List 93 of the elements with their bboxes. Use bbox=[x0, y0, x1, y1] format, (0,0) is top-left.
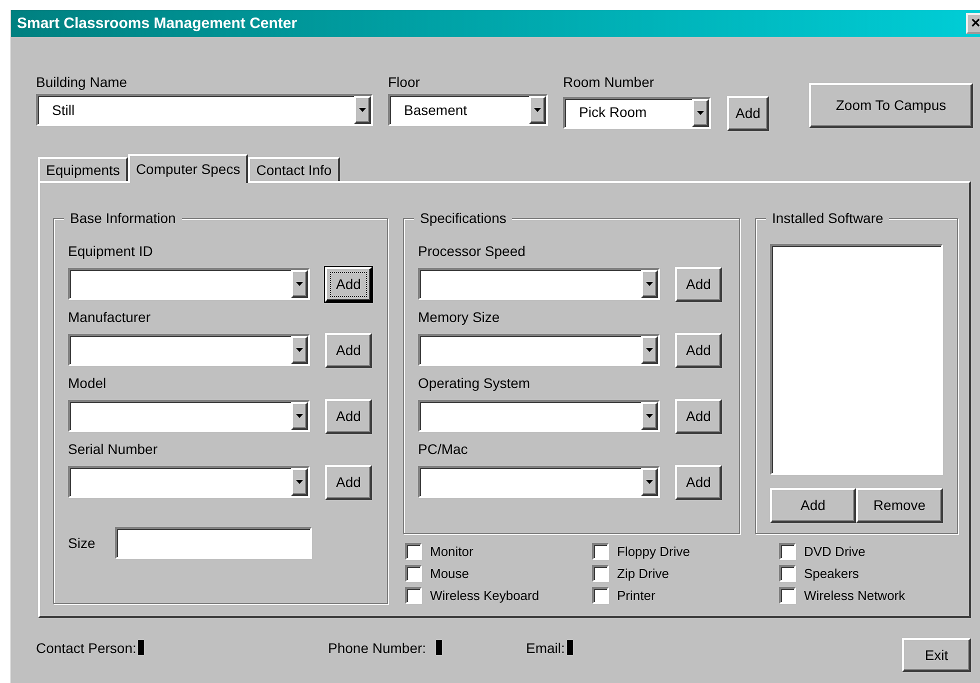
checkbox-label: DVD Drive bbox=[804, 544, 866, 560]
caret-icon bbox=[646, 414, 653, 418]
add-button[interactable]: Add bbox=[325, 464, 372, 500]
field-label: Model bbox=[68, 375, 108, 393]
dropdown-arrow-button[interactable] bbox=[641, 468, 658, 496]
dropdown[interactable] bbox=[418, 466, 660, 498]
field-label: Processor Speed bbox=[418, 243, 526, 261]
add-button[interactable]: Add bbox=[675, 398, 722, 434]
exit-button[interactable]: Exit bbox=[902, 638, 971, 672]
field-label: Equipment ID bbox=[68, 243, 154, 261]
field-label: Phone Number: bbox=[328, 640, 426, 656]
checkbox[interactable] bbox=[779, 587, 796, 604]
caret-icon bbox=[359, 108, 366, 112]
dropdown-value: Pick Room bbox=[579, 104, 647, 121]
dropdown-value: Still bbox=[52, 102, 75, 118]
dropdown[interactable] bbox=[418, 268, 660, 300]
remove-button[interactable]: Remove bbox=[856, 488, 943, 523]
dropdown[interactable]: Still bbox=[36, 94, 373, 126]
zoom-button[interactable]: Zoom To Campus bbox=[809, 83, 973, 128]
caret-icon bbox=[697, 110, 704, 114]
dropdown[interactable] bbox=[68, 400, 310, 432]
dropdown-arrow-button[interactable] bbox=[291, 336, 308, 364]
checkbox[interactable] bbox=[779, 565, 796, 582]
caret-icon bbox=[296, 348, 303, 352]
close-button[interactable]: × bbox=[966, 13, 980, 34]
field-label: Serial Number bbox=[68, 441, 158, 459]
add-button[interactable]: Add bbox=[675, 332, 722, 368]
caret-icon bbox=[646, 480, 653, 484]
add-button[interactable]: Add bbox=[770, 488, 856, 523]
checkbox-label: Wireless Keyboard bbox=[430, 588, 540, 604]
caret-icon bbox=[534, 108, 541, 112]
dropdown-arrow-button[interactable] bbox=[641, 270, 658, 298]
field-label: Memory Size bbox=[418, 309, 501, 327]
checkbox-label: Zip Drive bbox=[617, 566, 670, 582]
group-title: Specifications bbox=[414, 210, 512, 227]
add-button[interactable]: Add bbox=[675, 266, 722, 302]
dropdown[interactable]: Pick Room bbox=[563, 96, 711, 128]
caret-icon bbox=[296, 282, 303, 286]
checkbox-label: Printer bbox=[617, 588, 656, 604]
dropdown-arrow-button[interactable] bbox=[291, 468, 308, 496]
text-field[interactable] bbox=[115, 527, 312, 559]
checkbox-label: Monitor bbox=[430, 544, 474, 560]
tab[interactable]: Contact Info bbox=[248, 157, 340, 181]
field-label: Contact Person: bbox=[36, 640, 136, 656]
field-label: Size bbox=[68, 534, 96, 552]
dropdown-arrow-button[interactable] bbox=[692, 98, 709, 126]
add-button[interactable]: Add bbox=[325, 398, 372, 434]
checkbox[interactable] bbox=[405, 565, 422, 582]
caret-icon bbox=[646, 282, 653, 286]
dropdown-arrow-button[interactable] bbox=[354, 96, 371, 124]
dropdown-arrow-button[interactable] bbox=[641, 336, 658, 364]
field-label: Room Number bbox=[563, 74, 656, 92]
dropdown[interactable] bbox=[418, 400, 660, 432]
caret-icon bbox=[296, 414, 303, 418]
dropdown-arrow-button[interactable] bbox=[291, 270, 308, 298]
checkbox-label: Speakers bbox=[804, 566, 859, 582]
checkbox[interactable] bbox=[779, 543, 796, 560]
dropdown[interactable] bbox=[68, 466, 310, 498]
empty-value-marker bbox=[138, 640, 144, 656]
dropdown[interactable] bbox=[418, 334, 660, 366]
tab[interactable]: Equipments bbox=[38, 157, 128, 181]
field-label: Floor bbox=[388, 74, 421, 92]
add-button[interactable]: Add bbox=[325, 266, 372, 302]
field-label: Operating System bbox=[418, 375, 532, 393]
dropdown-arrow-button[interactable] bbox=[641, 402, 658, 430]
field-label: Email: bbox=[526, 640, 565, 656]
caret-icon bbox=[646, 348, 653, 352]
empty-value-marker bbox=[436, 640, 442, 656]
checkbox[interactable] bbox=[592, 565, 609, 582]
software-list[interactable] bbox=[770, 244, 943, 475]
window-title: Smart Classrooms Management Center bbox=[16, 14, 298, 32]
field-label: Building Name bbox=[36, 74, 128, 92]
dropdown-arrow-button[interactable] bbox=[291, 402, 308, 430]
add-button[interactable]: Add bbox=[727, 96, 769, 131]
checkbox[interactable] bbox=[405, 543, 422, 560]
field-label: PC/Mac bbox=[418, 441, 469, 459]
dropdown[interactable]: Basement bbox=[388, 94, 548, 126]
checkbox[interactable] bbox=[405, 587, 422, 604]
checkbox-label: Wireless Network bbox=[804, 588, 906, 604]
dropdown-arrow-button[interactable] bbox=[529, 96, 546, 124]
tab[interactable]: Computer Specs bbox=[128, 154, 248, 183]
checkbox[interactable] bbox=[592, 543, 609, 560]
checkbox-label: Floppy Drive bbox=[617, 544, 690, 560]
add-button[interactable]: Add bbox=[325, 332, 372, 368]
checkbox[interactable] bbox=[592, 587, 609, 604]
dropdown-value: Basement bbox=[404, 102, 468, 118]
field-label: Manufacturer bbox=[68, 309, 152, 327]
empty-value-marker bbox=[566, 640, 573, 656]
checkbox-label: Mouse bbox=[430, 566, 470, 582]
add-button[interactable]: Add bbox=[675, 464, 722, 500]
dropdown[interactable] bbox=[68, 334, 310, 366]
dropdown[interactable] bbox=[68, 268, 310, 300]
caret-icon bbox=[296, 480, 303, 484]
